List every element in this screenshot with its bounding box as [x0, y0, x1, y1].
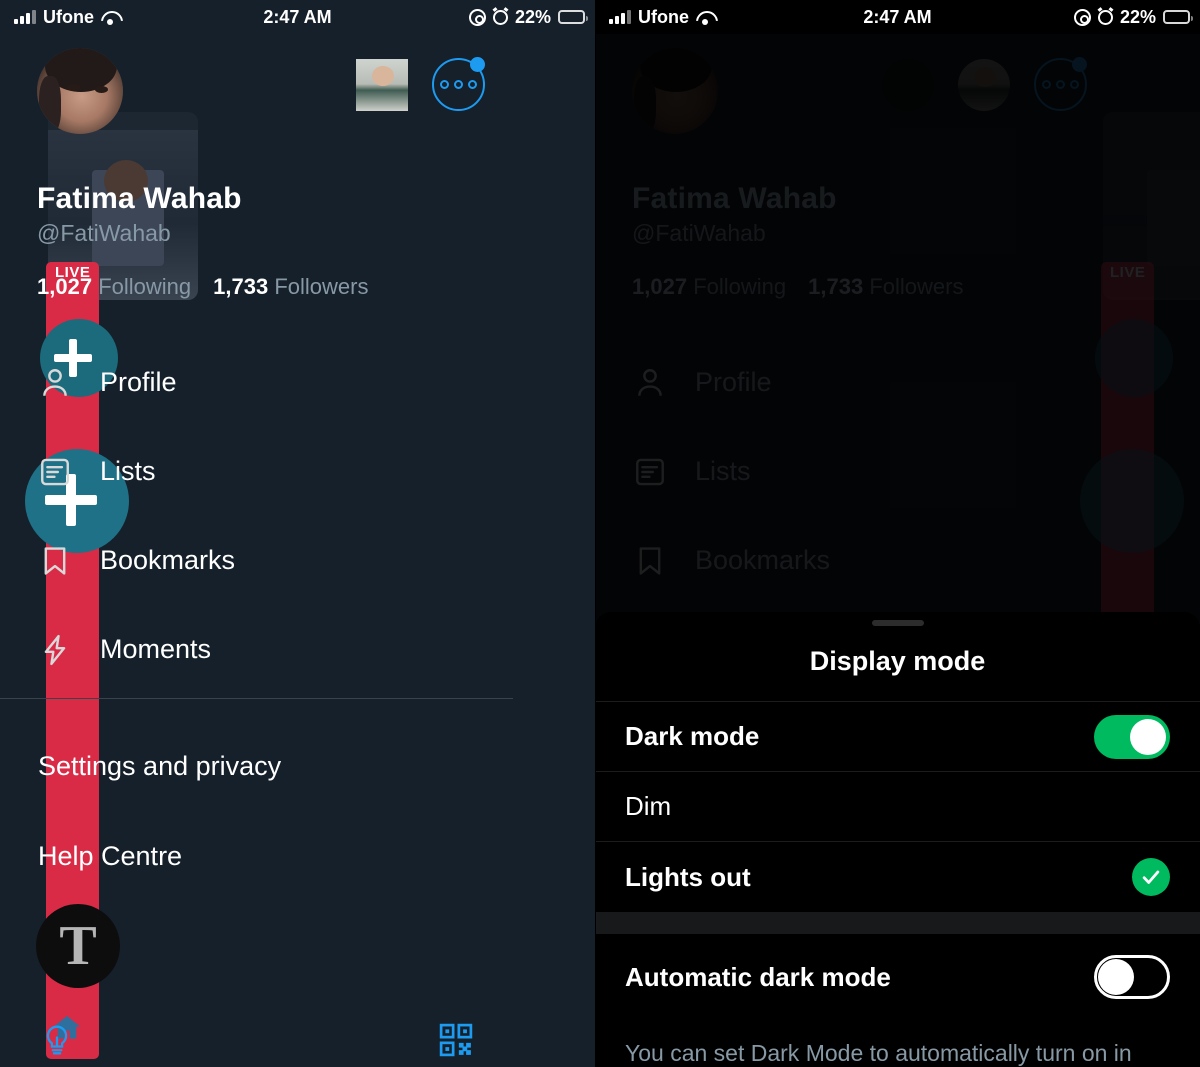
sheet-title: Display mode	[809, 646, 986, 676]
signal-bars-icon	[609, 10, 631, 24]
panel-seam	[595, 0, 596, 1067]
status-bar-left: Ufone 2:47 AM 22%	[0, 0, 595, 34]
automatic-dark-mode-toggle[interactable]	[1094, 955, 1170, 999]
more-dots-icon[interactable]	[432, 57, 485, 111]
row-label: Automatic dark mode	[625, 961, 891, 992]
carrier-name: Ufone	[43, 6, 94, 27]
sidebar-item-bookmarks[interactable]: Bookmarks	[0, 516, 513, 605]
sidebar-item-settings-and-privacy[interactable]: Settings and privacy	[0, 721, 513, 811]
dot	[454, 80, 463, 89]
bookmark-icon	[44, 546, 66, 575]
secondary-avatar[interactable]	[356, 58, 408, 111]
lightning-bolt-icon	[44, 634, 66, 665]
alarm-icon	[1097, 9, 1113, 25]
sidebar-item-profile[interactable]: Profile	[0, 338, 513, 427]
sidebar-item-label: Settings and privacy	[38, 750, 282, 781]
rotation-lock-icon	[1073, 8, 1091, 26]
account-switcher	[356, 57, 485, 111]
screenshot-stage: LIVE T Fatima Wahab @FatiWahab 1,027 Fol…	[0, 0, 1200, 1067]
check-icon	[1132, 858, 1170, 896]
sidebar-item-lists[interactable]: Lists	[0, 427, 513, 516]
carrier-name: Ufone	[638, 6, 689, 27]
sheet-section-separator	[595, 912, 1200, 934]
handle: @FatiWahab	[37, 220, 171, 246]
drawer-secondary-menu: Settings and privacy Help Centre	[0, 699, 513, 901]
follow-counts: 1,027 Following 1,733 Followers	[37, 274, 513, 300]
row-label: Dark mode	[625, 721, 760, 751]
drawer-header	[0, 34, 513, 134]
right-phone-panel: LIVE	[595, 0, 1200, 1067]
sheet-row-lights-out[interactable]: Lights out	[595, 842, 1200, 912]
row-label: Dim	[625, 791, 672, 821]
display-mode-sheet: Display mode Dark mode Dim Lights out Au…	[595, 612, 1200, 1067]
dot	[440, 80, 449, 89]
rotation-lock-icon	[468, 8, 486, 26]
notification-badge	[470, 57, 485, 72]
row-label: Lights out	[625, 861, 751, 892]
signal-bars-icon	[14, 10, 36, 24]
sidebar-item-moments[interactable]: Moments	[0, 605, 513, 694]
left-phone-panel: LIVE T Fatima Wahab @FatiWahab 1,027 Fol…	[0, 0, 595, 1067]
sheet-row-dark-mode[interactable]: Dark mode	[595, 702, 1200, 772]
status-bar-right-group: 22%	[468, 6, 595, 28]
following-stat[interactable]: 1,027 Following	[37, 274, 191, 300]
sheet-row-automatic-dark-mode[interactable]: Automatic dark mode	[595, 934, 1200, 1020]
side-drawer-left: Fatima Wahab @FatiWahab 1,027 Following …	[0, 34, 513, 1067]
sidebar-item-label: Moments	[100, 634, 212, 664]
sheet-row-dim[interactable]: Dim	[595, 772, 1200, 842]
avatar[interactable]	[37, 48, 123, 134]
sidebar-item-help-centre[interactable]: Help Centre	[0, 811, 513, 901]
wifi-icon	[101, 10, 119, 25]
status-bar-right-group: 22%	[1073, 6, 1200, 28]
sheet-grab-handle[interactable]	[871, 620, 924, 626]
drawer-menu: Profile Lists Bookmarks	[0, 338, 513, 694]
dot	[468, 80, 477, 89]
sidebar-item-label: Profile	[100, 367, 177, 397]
person-icon	[43, 368, 67, 396]
qr-code-icon[interactable]	[437, 1021, 475, 1059]
sidebar-item-label: Bookmarks	[100, 545, 236, 575]
status-bar-left-group: Ufone	[0, 7, 119, 28]
wifi-icon	[696, 10, 714, 25]
drawer-footer	[0, 1021, 513, 1059]
lightbulb-icon[interactable]	[40, 1022, 74, 1058]
battery-icon	[1163, 10, 1193, 24]
battery-percent: 22%	[514, 6, 551, 27]
status-bar-left-group: Ufone	[595, 7, 714, 28]
battery-icon	[558, 10, 588, 24]
status-bar-right: Ufone 2:47 AM 22%	[595, 0, 1200, 34]
list-icon	[41, 458, 69, 485]
sidebar-item-label: Lists	[100, 456, 156, 486]
display-name: Fatima Wahab	[37, 182, 242, 215]
sidebar-item-label: Help Centre	[38, 840, 183, 871]
followers-stat[interactable]: 1,733 Followers	[213, 274, 368, 300]
automatic-dark-mode-help-text: You can set Dark Mode to automatically t…	[625, 1040, 1132, 1066]
alarm-icon	[492, 9, 508, 25]
dark-mode-toggle[interactable]	[1094, 714, 1170, 759]
battery-percent: 22%	[1119, 6, 1156, 27]
